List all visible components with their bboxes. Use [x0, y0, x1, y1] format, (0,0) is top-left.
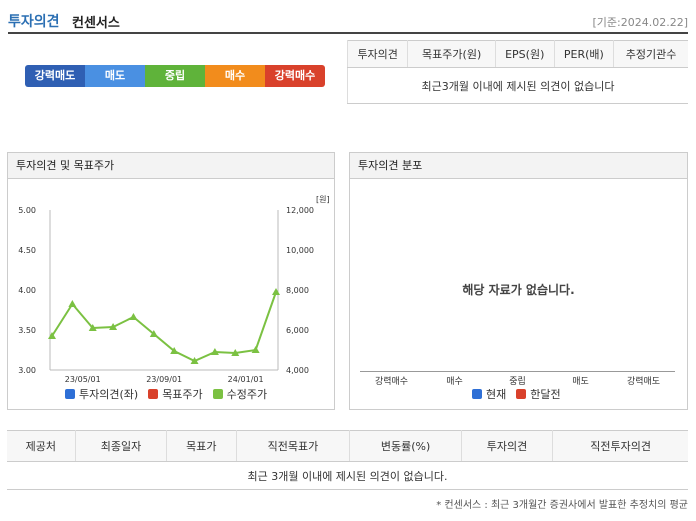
legend-item: 투자의견(좌) [65, 386, 138, 402]
legend-swatch [212, 389, 223, 399]
scale-segment: 매수 [205, 65, 265, 87]
legend-item: 목표주가 [148, 386, 203, 402]
column-header: PER(배) [553, 40, 614, 68]
legend-item: 수정주가 [212, 386, 268, 402]
column-header: EPS(원) [494, 40, 555, 68]
distribution-category: 매수 [446, 377, 463, 387]
opinion-target-price-chart: 5.00 4.50 4.00 3.50 3.00 12,000 10,000 8,000 6,0… [18, 195, 330, 384]
legend-label: 투자의견(좌) [79, 388, 139, 401]
table-empty-message: 최근 3개월 이내에 제시된 의견이 없습니다. [7, 461, 688, 490]
y-left-tick-label: 4.00 [18, 286, 36, 295]
y-right-tick-label: 8,000 [286, 286, 309, 295]
opinion-target-price-panel: 투자의견 및 목표주가 5.00 4.50 4.00 3.50 3.00 12,000 10… [7, 152, 335, 410]
column-header: 목표가 [166, 430, 236, 462]
y-right-tick-label: 6,000 [286, 326, 309, 335]
y-left-tick-label: 5.00 [18, 206, 36, 215]
distribution-category: 매도 [572, 377, 589, 387]
scale-segment: 강력매도 [25, 65, 85, 87]
legend-swatch [65, 389, 75, 399]
adjusted-price-point [272, 288, 280, 295]
distribution-category: 중립 [509, 377, 526, 387]
legend-swatch [516, 389, 527, 399]
footnote: * 컨센서스 : 최근 3개월간 증권사에서 발표한 추정치의 평균 [436, 500, 688, 511]
y-right-unit-label: [원] [316, 195, 330, 204]
adjusted-price-point [129, 313, 138, 320]
y-right-tick-label: 4,000 [286, 366, 309, 375]
section-title: 투자의견 [8, 14, 60, 30]
legend-label: 수정주가 [226, 388, 268, 401]
provider-opinion-table: 제공처 최종일자 목표가 직전목표가 변동률(%) 투자의견 직전투자의견 최근 3개월 이… [7, 430, 688, 490]
column-header: 목표주가(원) [407, 40, 496, 68]
legend-item: 한달전 [516, 386, 561, 402]
column-header: 변동률(%) [349, 430, 462, 462]
x-tick-label: 23/09/01 [146, 375, 182, 384]
opinion-scale-bar: 강력매도 매도 중립 매수 강력매수 [25, 65, 325, 87]
scale-segment: 강력매수 [265, 65, 325, 87]
panel-title: 투자의견 분포 [350, 153, 687, 179]
y-left-tick-label: 3.00 [18, 366, 36, 375]
opinion-distribution-panel: 투자의견 분포 해당 자료가 없습니다. 강력매수 매수 중립 매도 강력매도 [349, 152, 688, 410]
section-header: 투자의견 컨센서스 [기준:2024.02.22] [8, 10, 688, 34]
legend-label: 현재 [486, 388, 507, 401]
summary-empty-message: 최근3개월 이내에 제시된 의견이 없습니다 [347, 67, 688, 104]
no-data-message: 해당 자료가 없습니다. [462, 283, 575, 297]
distribution-legend: 현재 한달전 [472, 386, 571, 402]
adjusted-price-point [68, 300, 77, 307]
column-header: 직전투자의견 [552, 430, 688, 462]
distribution-category: 강력매도 [626, 377, 661, 387]
legend-swatch [148, 389, 159, 399]
chart-legend: 투자의견(좌) 목표주가 수정주가 [65, 386, 277, 402]
legend-label: 한달전 [530, 388, 561, 401]
column-header: 직전목표가 [235, 430, 350, 462]
legend-swatch [472, 389, 482, 399]
panel-title: 투자의견 및 목표주가 [8, 153, 334, 179]
distribution-axis: 강력매수 매수 중립 매도 강력매도 [360, 371, 675, 387]
y-left-tick-label: 3.50 [18, 326, 36, 335]
scale-segment: 중립 [145, 65, 205, 87]
legend-label: 목표주가 [162, 388, 203, 401]
adjusted-price-line [51, 291, 277, 363]
column-header: 투자의견 [460, 430, 553, 462]
section-subtitle: 컨센서스 [72, 16, 120, 31]
distribution-category: 강력매수 [374, 377, 409, 387]
column-header: 제공처 [7, 430, 76, 462]
column-header: 추정기관수 [613, 40, 688, 68]
x-tick-label: 24/01/01 [228, 375, 264, 384]
scale-segment: 매도 [85, 65, 145, 87]
y-right-tick-label: 10,000 [286, 246, 314, 255]
x-tick-label: 23/05/01 [65, 375, 101, 384]
reference-date: [기준:2024.02.22] [592, 16, 688, 29]
consensus-summary-table: 투자의견 목표주가(원) EPS(원) PER(배) 추정기관수 최근3개월 이내에 제… [346, 40, 688, 104]
column-header: 최종일자 [74, 430, 167, 462]
y-right-tick-label: 12,000 [286, 206, 314, 215]
column-header: 투자의견 [346, 40, 408, 68]
y-left-tick-label: 4.50 [18, 246, 36, 255]
legend-item: 현재 [472, 386, 506, 402]
